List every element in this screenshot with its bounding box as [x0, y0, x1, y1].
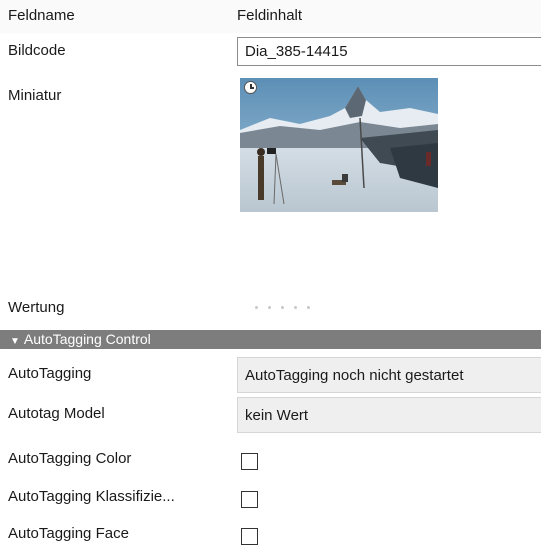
autotagging-face-label: AutoTagging Face — [8, 525, 129, 542]
bildcode-input[interactable] — [237, 37, 541, 66]
autotag-model-label: Autotag Model — [8, 405, 105, 422]
rating-star-2[interactable] — [268, 306, 271, 309]
wertung-label: Wertung — [8, 299, 65, 316]
column-header-feldname: Feldname — [8, 7, 75, 24]
property-row-autotagging: AutoTagging AutoTagging noch nicht gesta… — [0, 355, 541, 395]
miniatur-label: Miniatur — [8, 87, 62, 104]
rating-star-1[interactable] — [255, 306, 258, 309]
autotag-model-value[interactable]: kein Wert — [237, 397, 541, 433]
column-header-feldinhalt: Feldinhalt — [237, 7, 303, 24]
rating-star-4[interactable] — [294, 306, 297, 309]
property-row-autotag-model: Autotag Model kein Wert — [0, 395, 541, 435]
property-row-autotagging-face: AutoTagging Face — [0, 515, 541, 555]
property-grid-header: Feldname Feldinhalt — [0, 0, 541, 33]
autotagging-klassifizierung-label: AutoTagging Klassifizie... — [8, 488, 175, 505]
rating-stars[interactable] — [255, 296, 310, 309]
property-row-autotagging-klassifizierung: AutoTagging Klassifizie... — [0, 478, 541, 518]
triangle-down-icon[interactable]: ▼ — [10, 336, 20, 347]
property-row-autotagging-color: AutoTagging Color — [0, 440, 541, 480]
rating-star-3[interactable] — [281, 306, 284, 309]
section-title: AutoTagging Control — [23, 331, 151, 347]
autotagging-face-checkbox[interactable] — [241, 528, 258, 545]
miniatur-thumbnail[interactable] — [240, 78, 438, 212]
rating-star-5[interactable] — [307, 306, 310, 309]
autotagging-color-label: AutoTagging Color — [8, 450, 132, 467]
autotagging-color-checkbox[interactable] — [241, 453, 258, 470]
bildcode-label: Bildcode — [8, 42, 66, 59]
autotagging-label: AutoTagging — [8, 365, 92, 382]
section-autotagging-control[interactable]: ▼ AutoTagging Control — [0, 330, 541, 349]
autotagging-value[interactable]: AutoTagging noch nicht gestartet — [237, 357, 541, 393]
property-row-bildcode: Bildcode — [0, 37, 541, 67]
clock-icon — [244, 81, 257, 94]
autotagging-klassifizierung-checkbox[interactable] — [241, 491, 258, 508]
